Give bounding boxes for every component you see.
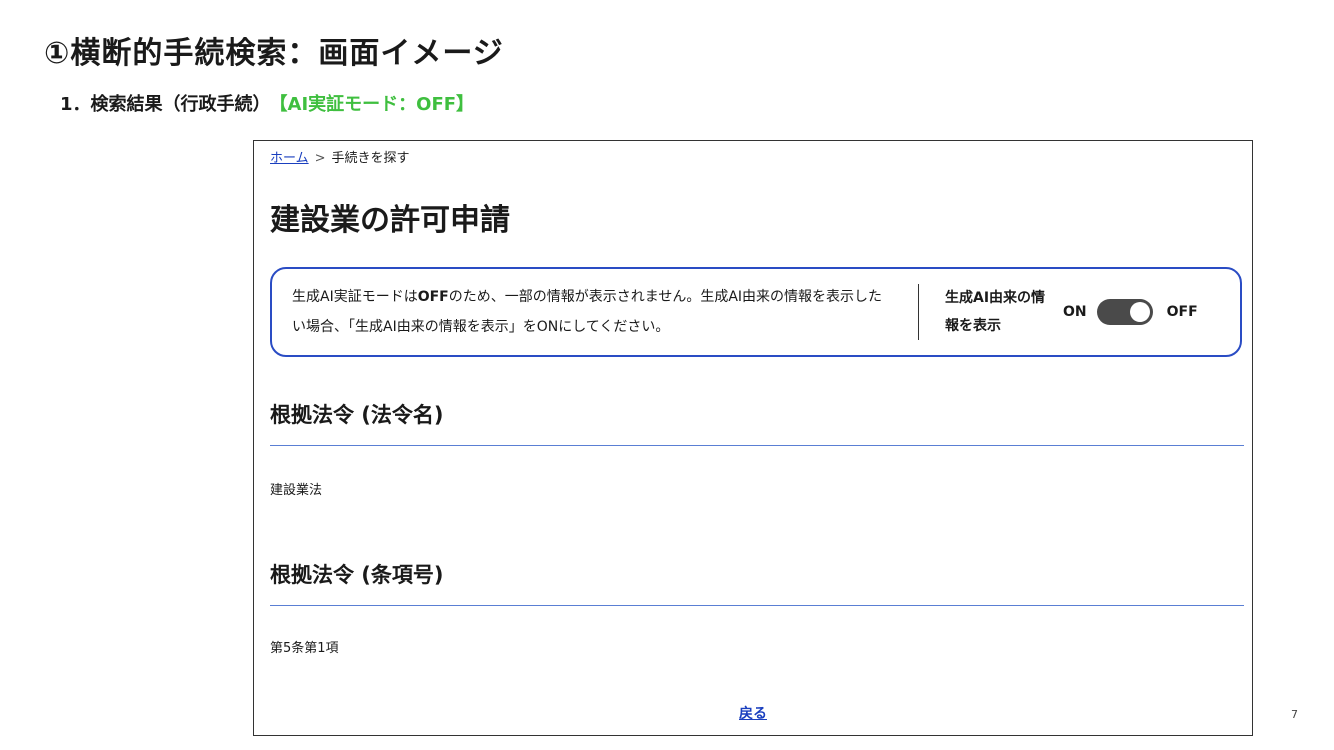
toggle-off-label: OFF (1166, 304, 1198, 320)
breadcrumb-separator: > (314, 151, 326, 166)
slide-title: ①横断的手続検索：画面イメージ (44, 36, 504, 71)
page-number: 7 (1291, 708, 1298, 721)
notice-message: 生成AI実証モードはOFFのため、一部の情報が表示されません。生成AI由来の情報… (272, 282, 912, 342)
ai-mode-notice: 生成AI実証モードはOFFのため、一部の情報が表示されません。生成AI由来の情報… (270, 267, 1242, 357)
section-heading-article: 根拠法令 (条項号) (270, 563, 444, 587)
breadcrumb-home-link[interactable]: ホーム (270, 151, 309, 166)
ai-info-toggle-switch[interactable] (1096, 299, 1153, 325)
back-link[interactable]: 戻る (739, 706, 767, 722)
section-value-article: 第5条第1項 (270, 641, 339, 656)
subtitle-text: 1．検索結果（行政手続） (60, 94, 271, 115)
toggle-on-label: ON (1063, 304, 1087, 320)
breadcrumb: ホーム > 手続きを探す (270, 147, 410, 166)
toggle-knob (1129, 302, 1150, 322)
breadcrumb-current: 手続きを探す (331, 151, 410, 166)
slide-subtitle: 1．検索結果（行政手続） 【AI実証モード：OFF】 (60, 90, 474, 116)
screen-frame: ホーム > 手続きを探す 建設業の許可申請 生成AI実証モードはOFFのため、一部の… (253, 140, 1253, 736)
notice-divider (918, 284, 919, 340)
section-value-law-name: 建設業法 (270, 483, 323, 498)
page-title: 建設業の許可申請 (270, 203, 510, 238)
ai-info-toggle-group: ON OFF (1063, 299, 1198, 325)
ai-mode-tag: 【AI実証モード：OFF】 (278, 94, 475, 115)
section-divider (270, 445, 1244, 446)
toggle-label: 生成AI由来の情報を表示 (945, 290, 1046, 334)
notice-text-before: 生成AI実証モードは (292, 289, 418, 305)
section-divider (270, 605, 1244, 606)
back-link-wrapper: 戻る (254, 703, 1252, 723)
section-heading-law-name: 根拠法令 (法令名) (270, 403, 444, 427)
notice-text-bold: OFF (417, 289, 449, 305)
